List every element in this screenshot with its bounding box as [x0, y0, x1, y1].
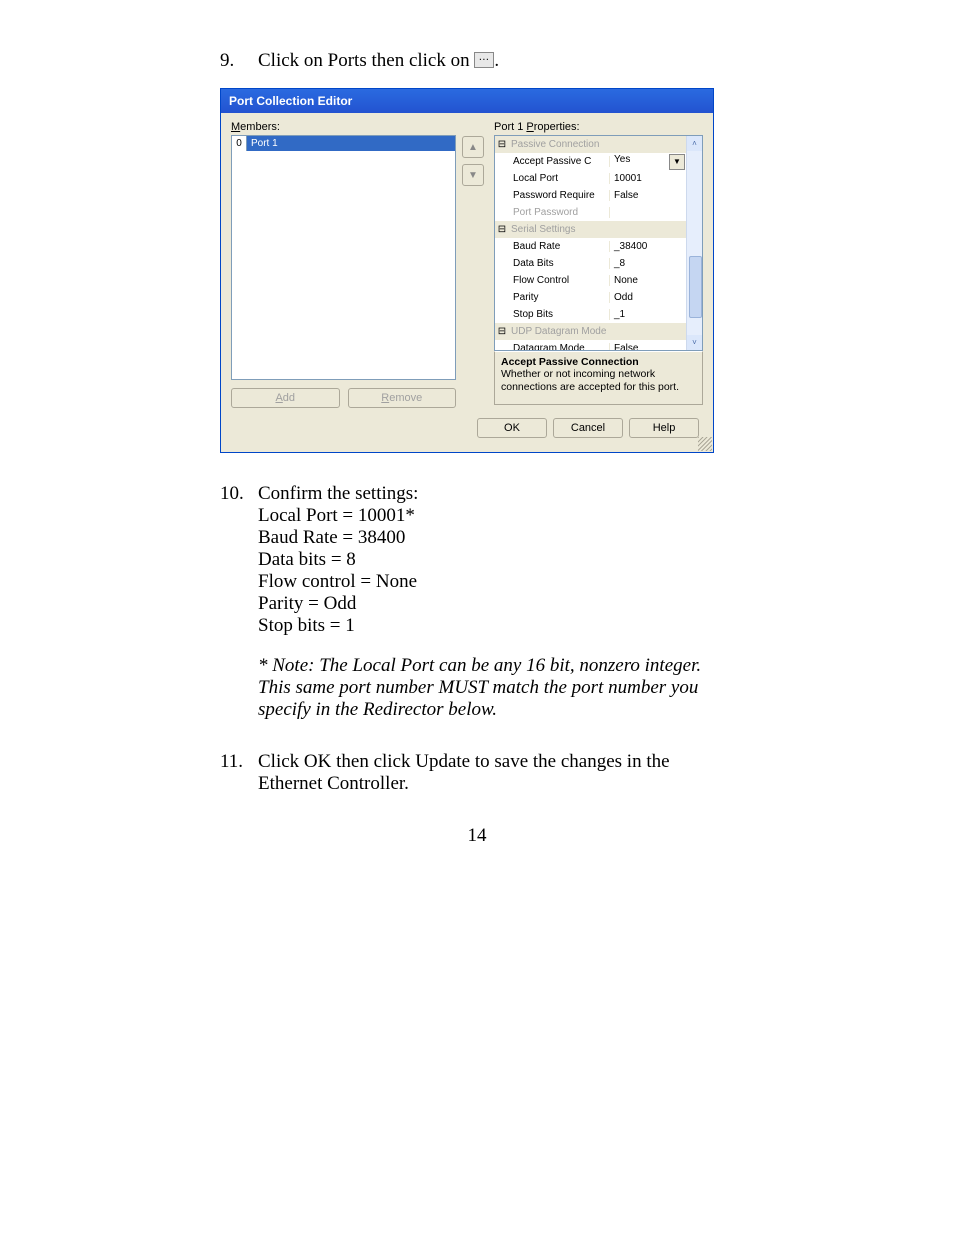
step-10-num: 10.	[220, 483, 258, 637]
property-grid[interactable]: ⊟Passive Connection Accept Passive CYes▼…	[494, 135, 703, 351]
prop-accept-passive[interactable]: Accept Passive CYes▼	[495, 153, 686, 170]
step-9-text: Click on Ports then click on .	[258, 50, 499, 72]
step-9-text-b: .	[494, 50, 499, 71]
collapse-icon[interactable]: ⊟	[495, 224, 509, 235]
prop-stop-bits[interactable]: Stop Bits_1	[495, 306, 686, 323]
scroll-down-icon[interactable]: ˅	[687, 335, 702, 350]
step-11-num: 11.	[220, 751, 258, 795]
arrow-down-icon: ▼	[468, 170, 478, 181]
prop-local-port[interactable]: Local Port10001	[495, 170, 686, 187]
cancel-button[interactable]: Cancel	[553, 418, 623, 438]
members-label: Members:Members:	[231, 121, 456, 133]
remove-button[interactable]: RemoveRemove	[348, 388, 457, 408]
note-text: * Note: The Local Port can be any 16 bit…	[258, 655, 734, 721]
properties-label: Port 1 Properties:Port 1 Properties:	[494, 121, 703, 133]
step-10-l2: Baud Rate = 38400	[258, 527, 418, 549]
dropdown-icon[interactable]: ▼	[669, 154, 685, 170]
help-button[interactable]: Help	[629, 418, 699, 438]
step-10-l1: Local Port = 10001*	[258, 505, 418, 527]
description-title: Accept Passive Connection	[501, 356, 696, 368]
ellipsis-icon	[474, 52, 494, 68]
category-udp-datagram[interactable]: ⊟UDP Datagram Mode	[495, 323, 686, 340]
step-10-l3: Data bits = 8	[258, 549, 418, 571]
step-10-l5: Parity = Odd	[258, 593, 418, 615]
step-11-text: Click OK then click Update to save the c…	[258, 751, 734, 795]
port-collection-editor-screenshot: Port Collection Editor Members:Members: …	[220, 88, 734, 453]
description-text: Whether or not incoming network connecti…	[501, 368, 696, 393]
add-button[interactable]: AddAdd	[231, 388, 340, 408]
resize-grip-icon[interactable]	[698, 437, 712, 451]
prop-baud-rate[interactable]: Baud Rate_38400	[495, 238, 686, 255]
ok-button[interactable]: OK	[477, 418, 547, 438]
members-item-port1[interactable]: 0 Port 1	[232, 136, 455, 151]
step-10-text: Confirm the settings: Local Port = 10001…	[258, 483, 418, 637]
prop-password-required[interactable]: Password RequireFalse	[495, 187, 686, 204]
move-up-button[interactable]: ▲	[462, 136, 484, 158]
step-9: 9. Click on Ports then click on .	[220, 50, 734, 72]
collapse-icon[interactable]: ⊟	[495, 139, 509, 150]
scroll-up-icon[interactable]: ˄	[687, 136, 702, 151]
step-10-l6: Stop bits = 1	[258, 615, 418, 637]
prop-parity[interactable]: ParityOdd	[495, 289, 686, 306]
step-11: 11. Click OK then click Update to save t…	[220, 751, 734, 795]
step-9-text-a: Click on Ports then click on	[258, 50, 474, 71]
members-list[interactable]: 0 Port 1	[231, 135, 456, 380]
scroll-thumb[interactable]	[689, 256, 702, 318]
prop-datagram-mode[interactable]: Datagram ModeFalse	[495, 340, 686, 350]
category-serial-settings[interactable]: ⊟Serial Settings	[495, 221, 686, 238]
prop-flow-control[interactable]: Flow ControlNone	[495, 272, 686, 289]
members-item-index: 0	[232, 136, 247, 151]
scrollbar[interactable]: ˄ ˅	[686, 136, 702, 350]
step-10-head: Confirm the settings:	[258, 483, 418, 505]
prop-port-password[interactable]: Port Password	[495, 204, 686, 221]
collapse-icon[interactable]: ⊟	[495, 326, 509, 337]
step-10: 10. Confirm the settings: Local Port = 1…	[220, 483, 734, 637]
step-10-l4: Flow control = None	[258, 571, 418, 593]
members-item-name: Port 1	[247, 136, 455, 151]
property-description: Accept Passive Connection Whether or not…	[494, 351, 703, 405]
step-9-num: 9.	[220, 50, 258, 72]
move-down-button[interactable]: ▼	[462, 164, 484, 186]
dialog-title: Port Collection Editor	[221, 89, 713, 113]
category-passive-connection[interactable]: ⊟Passive Connection	[495, 136, 686, 153]
arrow-up-icon: ▲	[468, 142, 478, 153]
page-number: 14	[220, 825, 734, 847]
prop-data-bits[interactable]: Data Bits_8	[495, 255, 686, 272]
